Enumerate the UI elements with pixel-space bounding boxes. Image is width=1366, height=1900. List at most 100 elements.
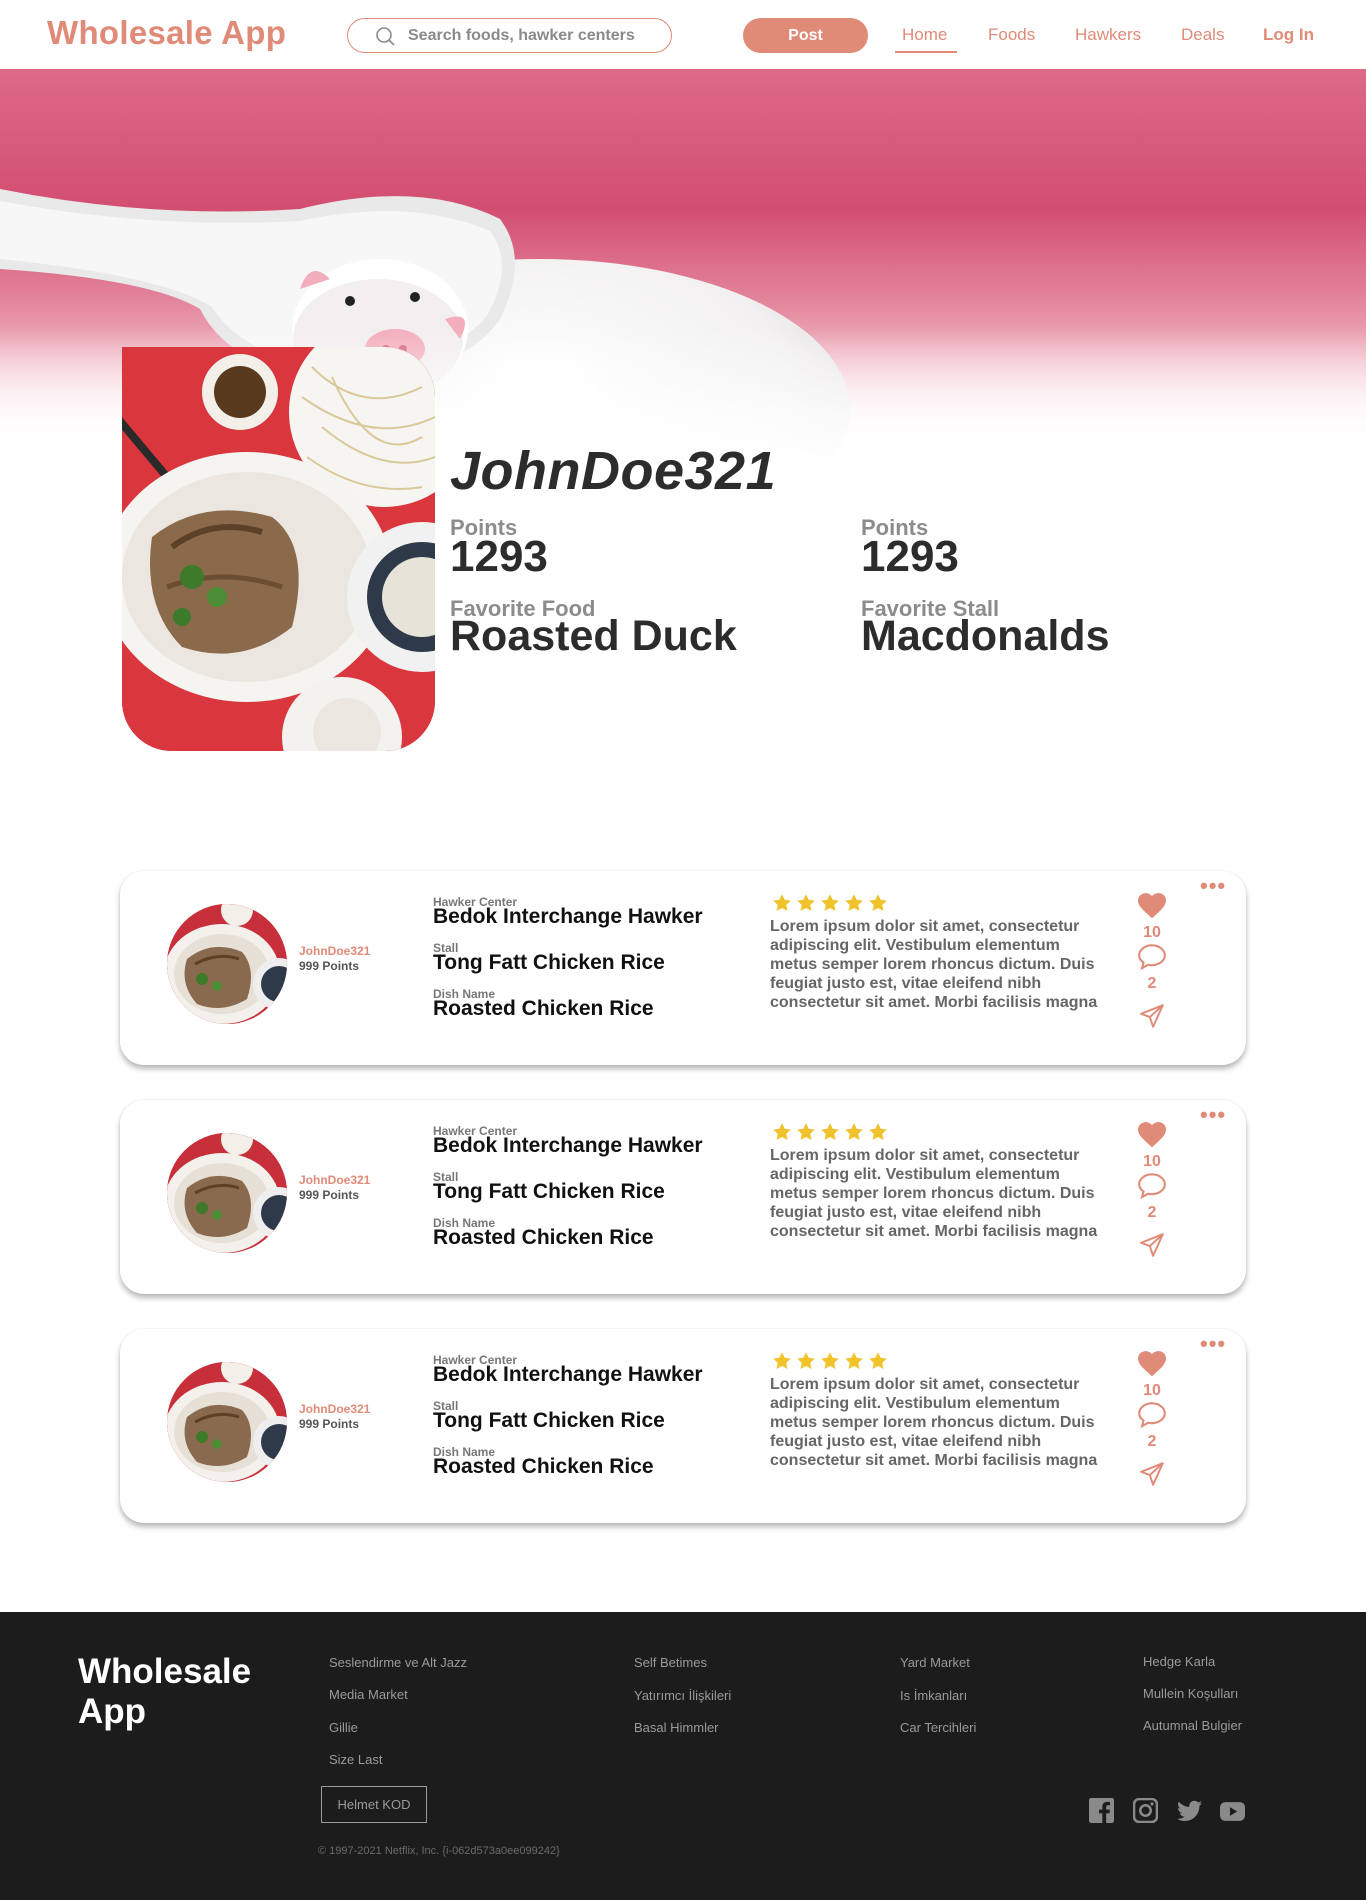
- search-input[interactable]: Search foods, hawker centers: [347, 18, 672, 53]
- nav-home[interactable]: Home: [902, 25, 947, 45]
- nav-active-indicator: [895, 51, 957, 53]
- review-username[interactable]: JohnDoe321: [299, 1173, 370, 1187]
- heart-icon[interactable]: [1138, 1122, 1166, 1148]
- footer-link[interactable]: Hedge Karla: [1143, 1654, 1215, 1669]
- youtube-icon[interactable]: [1220, 1802, 1245, 1821]
- like-count: 10: [1143, 1382, 1161, 1399]
- review-actions: 10 2: [1132, 1351, 1172, 1492]
- favorite-food-value: Roasted Duck: [450, 612, 737, 660]
- footer-link[interactable]: Media Market: [329, 1687, 408, 1702]
- profile-photo: [122, 347, 435, 751]
- rating-star-icon: [868, 1352, 892, 1375]
- review-card[interactable]: JohnDoe321 999 Points Hawker Center Bedok I…: [120, 1329, 1246, 1523]
- footer-link[interactable]: Car Tercihleri: [900, 1720, 976, 1735]
- rating-star-icon: [820, 1123, 844, 1146]
- heart-icon[interactable]: [1138, 893, 1166, 919]
- review-username[interactable]: JohnDoe321: [299, 1402, 370, 1416]
- app-logo[interactable]: Wholesale App: [47, 14, 286, 52]
- hawker-center-name[interactable]: Bedok Interchange Hawker: [433, 1363, 703, 1387]
- comment-icon[interactable]: [1138, 1173, 1166, 1200]
- facebook-icon[interactable]: [1089, 1798, 1114, 1823]
- footer-service-code-button[interactable]: Helmet KOD: [321, 1786, 427, 1823]
- review-food-image: [167, 1362, 287, 1482]
- rating-star-icon: [820, 1352, 844, 1375]
- share-send-icon[interactable]: [1139, 1003, 1165, 1029]
- review-text: Lorem ipsum dolor sit amet, consectetur …: [770, 1376, 1098, 1469]
- favorite-stall-value: Macdonalds: [861, 612, 1110, 660]
- rating-star-icon: [844, 894, 868, 917]
- like-count: 10: [1143, 1153, 1161, 1170]
- review-actions: 10 2: [1132, 893, 1172, 1034]
- footer-link[interactable]: Yard Market: [900, 1655, 970, 1670]
- rating-star-icon: [772, 1123, 796, 1146]
- review-actions: 10 2: [1132, 1122, 1172, 1263]
- login-link[interactable]: Log In: [1263, 25, 1314, 45]
- search-placeholder: Search foods, hawker centers: [408, 27, 635, 44]
- rating-star-icon: [844, 1123, 868, 1146]
- points-value-secondary: 1293: [861, 532, 959, 581]
- rating-star-icon: [796, 894, 820, 917]
- post-button[interactable]: Post: [743, 18, 868, 53]
- review-user-points: 999 Points: [299, 1188, 360, 1202]
- dish-name[interactable]: Roasted Chicken Rice: [433, 997, 654, 1021]
- more-options-icon[interactable]: •••: [1200, 1102, 1226, 1128]
- footer-link[interactable]: Gillie: [329, 1720, 358, 1735]
- points-value: 1293: [450, 532, 548, 581]
- top-navbar: Wholesale App Search foods, hawker cente…: [0, 0, 1366, 69]
- footer-link[interactable]: Is İmkanları: [900, 1688, 967, 1703]
- review-user-points: 999 Points: [299, 959, 360, 973]
- footer-link[interactable]: Basal Himmler: [634, 1720, 719, 1735]
- review-food-image: [167, 904, 287, 1024]
- comment-icon[interactable]: [1138, 944, 1166, 971]
- copyright-text: © 1997-2021 Netflix, Inc. {i-062d573a0ee…: [318, 1845, 560, 1857]
- review-card[interactable]: JohnDoe321 999 Points Hawker Center Bedok I…: [120, 1100, 1246, 1294]
- heart-icon[interactable]: [1138, 1351, 1166, 1377]
- star-rating: [772, 893, 892, 918]
- rating-star-icon: [796, 1123, 820, 1146]
- rating-star-icon: [820, 894, 844, 917]
- twitter-icon[interactable]: [1177, 1800, 1202, 1822]
- footer-link[interactable]: Autumnal Bulgier: [1143, 1718, 1242, 1733]
- rating-star-icon: [772, 894, 796, 917]
- like-count: 10: [1143, 924, 1161, 941]
- footer-link[interactable]: Yatırımcı İlişkileri: [634, 1688, 731, 1703]
- footer: Wholesale App Seslendirme ve Alt Jazz Me…: [0, 1612, 1366, 1900]
- footer-logo[interactable]: Wholesale App: [78, 1652, 278, 1732]
- rating-star-icon: [844, 1352, 868, 1375]
- more-options-icon[interactable]: •••: [1200, 1331, 1226, 1357]
- rating-star-icon: [772, 1352, 796, 1375]
- star-rating: [772, 1351, 892, 1376]
- share-send-icon[interactable]: [1139, 1461, 1165, 1487]
- search-icon: [376, 27, 395, 46]
- comment-count: 2: [1147, 1204, 1157, 1221]
- footer-link[interactable]: Seslendirme ve Alt Jazz: [329, 1655, 467, 1670]
- profile-username: JohnDoe321: [450, 441, 777, 501]
- dish-name[interactable]: Roasted Chicken Rice: [433, 1455, 654, 1479]
- stall-name[interactable]: Tong Fatt Chicken Rice: [433, 1409, 665, 1433]
- footer-link[interactable]: Size Last: [329, 1752, 382, 1767]
- stall-name[interactable]: Tong Fatt Chicken Rice: [433, 951, 665, 975]
- nav-deals[interactable]: Deals: [1181, 25, 1224, 45]
- review-food-image: [167, 1133, 287, 1253]
- hawker-center-name[interactable]: Bedok Interchange Hawker: [433, 905, 703, 929]
- review-text: Lorem ipsum dolor sit amet, consectetur …: [770, 918, 1098, 1011]
- nav-hawkers[interactable]: Hawkers: [1075, 25, 1141, 45]
- star-rating: [772, 1122, 892, 1147]
- more-options-icon[interactable]: •••: [1200, 873, 1226, 899]
- hawker-center-name[interactable]: Bedok Interchange Hawker: [433, 1134, 703, 1158]
- review-user-points: 999 Points: [299, 1417, 360, 1431]
- stall-name[interactable]: Tong Fatt Chicken Rice: [433, 1180, 665, 1204]
- dish-name[interactable]: Roasted Chicken Rice: [433, 1226, 654, 1250]
- rating-star-icon: [796, 1352, 820, 1375]
- review-card[interactable]: JohnDoe321 999 Points Hawker Center Bedok I…: [120, 871, 1246, 1065]
- comment-count: 2: [1147, 975, 1157, 992]
- review-text: Lorem ipsum dolor sit amet, consectetur …: [770, 1147, 1098, 1240]
- footer-link[interactable]: Self Betimes: [634, 1655, 707, 1670]
- comment-icon[interactable]: [1138, 1402, 1166, 1429]
- footer-link[interactable]: Mullein Koşulları: [1143, 1686, 1238, 1701]
- rating-star-icon: [868, 894, 892, 917]
- share-send-icon[interactable]: [1139, 1232, 1165, 1258]
- review-username[interactable]: JohnDoe321: [299, 944, 370, 958]
- instagram-icon[interactable]: [1133, 1798, 1158, 1823]
- nav-foods[interactable]: Foods: [988, 25, 1035, 45]
